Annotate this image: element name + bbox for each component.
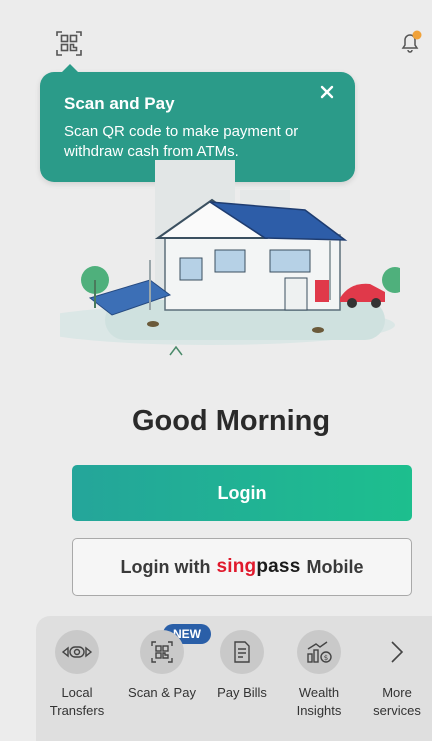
quick-action-more-services[interactable]: More services <box>362 630 432 720</box>
bill-icon <box>220 630 264 674</box>
quick-action-wealth-insights[interactable]: $ Wealth Insights <box>284 630 354 720</box>
label-line-1: Wealth <box>298 685 340 700</box>
quick-action-scan-pay[interactable]: Scan & Pay <box>127 630 197 702</box>
quick-action-pay-bills[interactable]: Pay Bills <box>207 630 277 702</box>
quick-action-local-transfers[interactable]: Local Transfers <box>42 630 112 720</box>
label-line-1: Pay Bills <box>217 685 267 700</box>
qr-scan-icon <box>140 630 184 674</box>
label-line-1: More <box>382 685 412 700</box>
tooltip-title: Scan and Pay <box>64 94 175 113</box>
qr-scan-icon[interactable] <box>54 28 84 58</box>
label-line-2: Insights <box>296 703 342 718</box>
login-button[interactable]: Login <box>72 465 412 521</box>
label-line-2: Transfers <box>49 703 105 718</box>
transfer-icon <box>55 630 99 674</box>
label-line-1: Scan & Pay <box>128 685 196 700</box>
singpass-suffix: Mobile <box>306 556 364 577</box>
singpass-logo: singpass <box>216 556 301 577</box>
singpass-login-button[interactable]: Login with singpass Mobile <box>72 538 412 596</box>
wealth-chart-icon: $ <box>297 630 341 674</box>
notification-bell-icon[interactable] <box>396 28 424 56</box>
close-icon[interactable] <box>317 82 337 102</box>
label-line-2: services <box>373 703 421 718</box>
svg-text:$: $ <box>324 654 328 662</box>
label-line-1: Local <box>61 685 93 700</box>
chevron-right-icon <box>375 630 419 674</box>
greeting-text: Good Morning <box>131 405 331 437</box>
top-bar <box>0 0 432 70</box>
singpass-prefix: Login with <box>120 556 211 577</box>
house-illustration <box>25 150 408 380</box>
